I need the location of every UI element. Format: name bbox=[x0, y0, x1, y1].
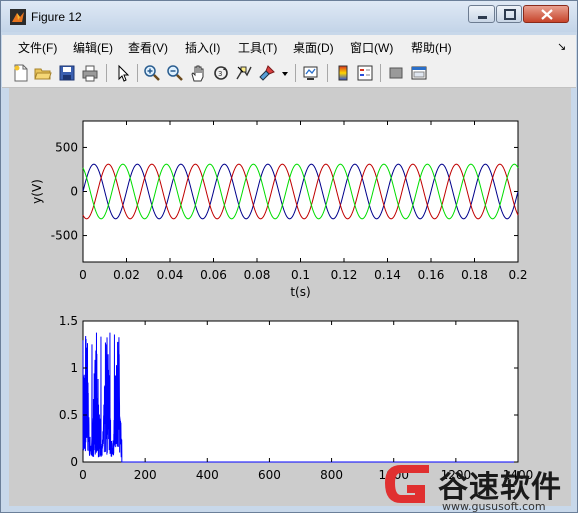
x-tick-label: 400 bbox=[196, 468, 219, 482]
x-tick-label: 0.14 bbox=[374, 268, 401, 282]
close-button[interactable] bbox=[523, 5, 569, 23]
menu-help[interactable]: 帮助(H) bbox=[411, 39, 452, 56]
x-tick-label: 0.16 bbox=[418, 268, 445, 282]
watermark-logo-icon bbox=[385, 465, 429, 503]
show-plot-tools-icon[interactable] bbox=[410, 64, 428, 82]
menu-view[interactable]: 查看(V) bbox=[128, 39, 168, 56]
toolbar: 3 bbox=[2, 59, 576, 88]
figure-canvas: 0 0.02 0.04 0.06 0.08 0.1 0.12 0.14 0.16 0.18 0.2 5… bbox=[9, 88, 571, 506]
x-tick-label: 0 bbox=[79, 268, 87, 282]
save-icon[interactable] bbox=[58, 64, 76, 82]
menu-desktop[interactable]: 桌面(D) bbox=[293, 39, 334, 56]
x-tick-label: 0.12 bbox=[331, 268, 358, 282]
watermark-url: www.gususoft.com bbox=[442, 500, 546, 513]
x-tick-label: 0.04 bbox=[157, 268, 184, 282]
minimize-icon bbox=[478, 16, 487, 19]
menu-tools[interactable]: 工具(T) bbox=[238, 39, 277, 56]
x-tick-label: 0.18 bbox=[461, 268, 488, 282]
data-cursor-icon[interactable] bbox=[235, 64, 253, 82]
x-tick-label: 200 bbox=[134, 468, 157, 482]
maximize-icon bbox=[504, 9, 516, 20]
toolbar-separator bbox=[106, 64, 107, 82]
insert-colorbar-icon[interactable] bbox=[334, 64, 352, 82]
hide-plot-tools-icon[interactable] bbox=[387, 64, 405, 82]
link-plot-icon[interactable] bbox=[302, 64, 320, 82]
insert-legend-icon[interactable] bbox=[356, 64, 374, 82]
new-figure-icon[interactable] bbox=[12, 64, 30, 82]
zoom-in-icon[interactable] bbox=[143, 64, 161, 82]
minimize-button[interactable] bbox=[468, 5, 495, 23]
y-tick-label: 1.5 bbox=[59, 314, 78, 328]
rotate-3d-icon[interactable]: 3 bbox=[212, 64, 230, 82]
x-tick-label: 0.2 bbox=[508, 268, 527, 282]
x-tick-label: 0.1 bbox=[291, 268, 310, 282]
y-tick-label: 0.5 bbox=[59, 408, 78, 422]
maximize-button[interactable] bbox=[496, 5, 522, 23]
zoom-out-icon[interactable] bbox=[166, 64, 184, 82]
menu-edit[interactable]: 编辑(E) bbox=[73, 39, 113, 56]
y-tick-label: 0 bbox=[70, 185, 78, 199]
open-file-icon[interactable] bbox=[34, 64, 52, 82]
matlab-logo-icon bbox=[10, 9, 26, 25]
svg-text:3: 3 bbox=[218, 70, 222, 78]
chevron-icon[interactable]: ↘ bbox=[557, 40, 566, 53]
title-bar[interactable]: Figure 12 bbox=[1, 1, 577, 32]
y-axis-label: y(V) bbox=[30, 179, 44, 204]
y-tick-label: 500 bbox=[55, 140, 78, 154]
y-tick-label: 1 bbox=[70, 361, 78, 375]
y-tick-label: 0 bbox=[70, 455, 78, 469]
toolbar-separator bbox=[327, 64, 328, 82]
dropdown-arrow-icon[interactable] bbox=[280, 64, 290, 82]
pan-hand-icon[interactable] bbox=[189, 64, 207, 82]
toolbar-separator bbox=[295, 64, 296, 82]
edit-plot-arrow-icon[interactable] bbox=[114, 64, 132, 82]
x-tick-label: 0.08 bbox=[244, 268, 271, 282]
close-icon bbox=[541, 9, 553, 20]
x-axis-label: t(s) bbox=[290, 285, 310, 299]
toolbar-separator bbox=[137, 64, 138, 82]
x-tick-label: 800 bbox=[320, 468, 343, 482]
plots-svg: 0 0.02 0.04 0.06 0.08 0.1 0.12 0.14 0.16 0.18 0.2 5… bbox=[30, 120, 533, 482]
x-tick-label: 0.02 bbox=[113, 268, 140, 282]
menu-file[interactable]: 文件(F) bbox=[18, 39, 57, 56]
x-tick-label: 0 bbox=[79, 468, 87, 482]
x-tick-label: 600 bbox=[258, 468, 281, 482]
axes-2-box bbox=[82, 320, 519, 463]
brush-icon[interactable] bbox=[258, 64, 276, 82]
print-icon[interactable] bbox=[81, 64, 99, 82]
toolbar-separator bbox=[380, 64, 381, 82]
menu-window[interactable]: 窗口(W) bbox=[350, 39, 393, 56]
x-tick-label: 0.06 bbox=[200, 268, 227, 282]
menu-bar: 文件(F) 编辑(E) 查看(V) 插入(I) 工具(T) 桌面(D) 窗口(W… bbox=[2, 35, 576, 59]
figure-window: Figure 12 文件(F) 编辑(E) 查看(V) 插入(I) 工具(T) … bbox=[0, 0, 578, 513]
window-title: Figure 12 bbox=[31, 10, 82, 24]
menu-insert[interactable]: 插入(I) bbox=[185, 39, 220, 56]
y-tick-label: -500 bbox=[51, 229, 78, 243]
